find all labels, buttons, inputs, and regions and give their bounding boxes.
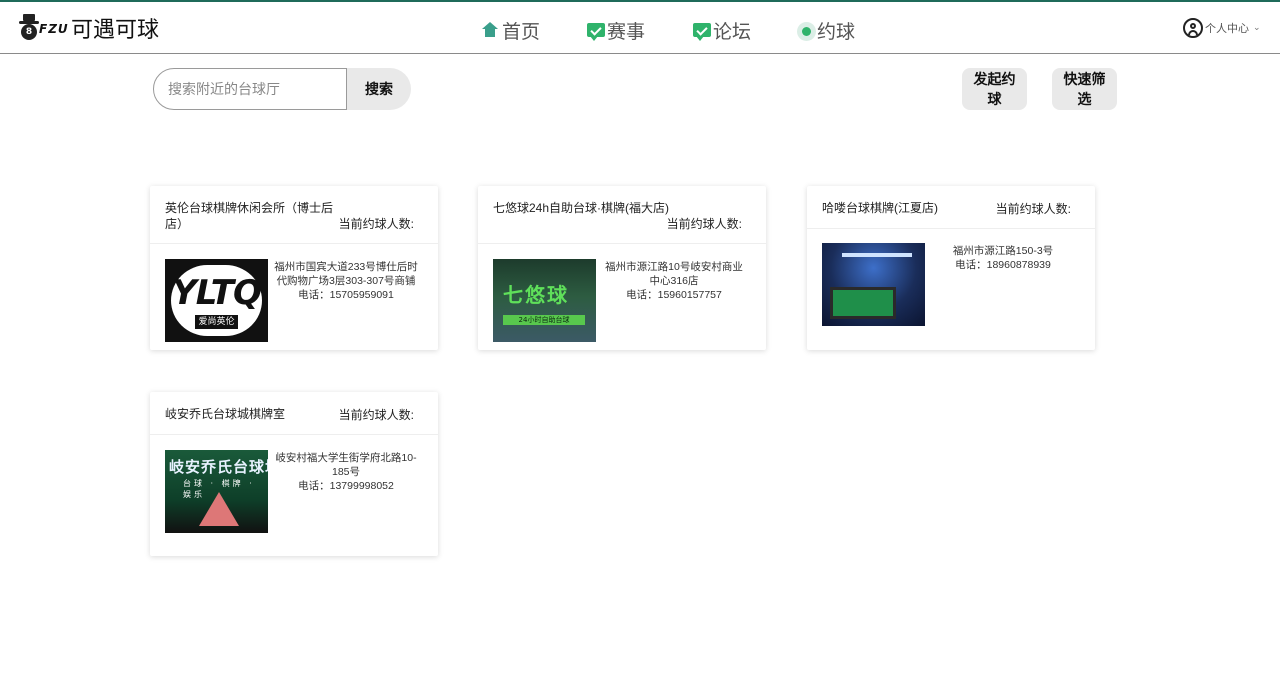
venue-title: 英伦台球棋牌休闲会所（博士后店）: [165, 201, 334, 231]
venue-card[interactable]: 七悠球24h自助台球·棋牌(福大店) 当前约球人数: 七悠球 24小时自助台球 …: [478, 186, 766, 350]
logo-mark: 8 FZU: [17, 14, 69, 42]
nav-home[interactable]: 首页: [482, 17, 540, 43]
venue-card[interactable]: 英伦台球棋牌休闲会所（博士后店） 当前约球人数: YLTQ 爱尚英伦 福州市国宾…: [150, 186, 438, 350]
search-button[interactable]: 搜索: [347, 68, 411, 110]
start-match-button[interactable]: 发起约球: [962, 68, 1027, 110]
chat-icon: [693, 22, 711, 41]
logo-badge: FZU: [39, 22, 69, 36]
venue-image-caption: 爱尚英伦: [195, 315, 238, 329]
venue-image-logo: YLTQ: [172, 273, 262, 313]
user-avatar-icon: [1183, 18, 1203, 38]
venue-title: 哈喽台球棋牌(江夏店): [822, 201, 938, 215]
top-navbar: 8 FZU 可遇可球 首页 赛事 论坛 约球 个人中心 ⌄: [0, 2, 1280, 54]
search-bar: 搜索: [153, 68, 411, 110]
card-header: 岐安乔氏台球城棋牌室 当前约球人数:: [150, 392, 438, 435]
venue-info: 福州市国宾大道233号博仕后时代购物广场3层303-307号商铺 电话：1570…: [272, 260, 420, 302]
home-icon: [482, 21, 499, 39]
venue-image-logo: 七悠球: [503, 283, 569, 307]
venue-image-caption: 24小时自助台球: [503, 315, 585, 325]
billiard-ball-icon: 8: [21, 24, 37, 40]
venue-address: 福州市源江路150-3号: [952, 245, 1054, 257]
quick-filter-button[interactable]: 快速筛选: [1052, 68, 1117, 110]
venue-image: 岐安乔氏台球城 台球 · 棋牌 · 娱乐: [165, 450, 268, 533]
venue-address: 福州市源江路10号岐安村商业中心316店: [605, 261, 743, 287]
search-input[interactable]: [153, 68, 347, 110]
venue-address: 福州市国宾大道233号博仕后时代购物广场3层303-307号商铺: [274, 261, 418, 287]
venue-phone: 电话：15705959091: [298, 289, 394, 301]
venue-player-count: 当前约球人数:: [338, 408, 414, 422]
venue-image: 七悠球 24小时自助台球: [493, 259, 596, 342]
venue-player-count: 当前约球人数:: [995, 202, 1071, 216]
venue-image: [822, 243, 925, 326]
venue-card[interactable]: 岐安乔氏台球城棋牌室 当前约球人数: 岐安乔氏台球城 台球 · 棋牌 · 娱乐 …: [150, 392, 438, 556]
chevron-down-icon: ⌄: [1253, 23, 1261, 33]
venue-title: 岐安乔氏台球城棋牌室: [165, 407, 286, 421]
chat-icon: [587, 22, 605, 41]
venue-info: 岐安村福大学生街学府北路10-185号 电话：13799998052: [272, 451, 420, 493]
venue-address: 岐安村福大学生街学府北路10-185号: [275, 452, 417, 478]
venue-phone: 电话：18960878939: [955, 259, 1051, 271]
card-header: 七悠球24h自助台球·棋牌(福大店) 当前约球人数:: [478, 186, 766, 244]
nav-events-label: 赛事: [607, 20, 646, 43]
nav-events[interactable]: 赛事: [587, 17, 645, 43]
card-header: 哈喽台球棋牌(江夏店) 当前约球人数:: [807, 186, 1095, 229]
nav-forum[interactable]: 论坛: [693, 17, 751, 43]
nav-match[interactable]: 约球: [797, 17, 855, 43]
venue-phone: 电话：15960157757: [626, 289, 722, 301]
venue-image-logo: 岐安乔氏台球城: [169, 458, 268, 476]
nav-match-label: 约球: [817, 20, 856, 43]
nav-forum-label: 论坛: [713, 20, 752, 43]
venue-info: 福州市源江路150-3号 电话：18960878939: [929, 244, 1077, 272]
venue-title: 七悠球24h自助台球·棋牌(福大店): [493, 201, 670, 215]
venue-player-count: 当前约球人数:: [666, 217, 742, 231]
venue-card[interactable]: 哈喽台球棋牌(江夏店) 当前约球人数: 福州市源江路150-3号 电话：1896…: [807, 186, 1095, 350]
nav-home-label: 首页: [502, 20, 541, 43]
logo-text: 可遇可球: [71, 18, 160, 43]
top-hat-icon: [23, 14, 35, 21]
venue-image: YLTQ 爱尚英伦: [165, 259, 268, 342]
card-header: 英伦台球棋牌休闲会所（博士后店） 当前约球人数:: [150, 186, 438, 244]
circle-icon: [797, 21, 816, 41]
venue-phone: 电话：13799998052: [298, 480, 394, 492]
user-center-menu[interactable]: 个人中心 ⌄: [1183, 18, 1261, 38]
venue-info: 福州市源江路10号岐安村商业中心316店 电话：15960157757: [600, 260, 748, 302]
user-center-label: 个人中心: [1205, 22, 1249, 35]
logo[interactable]: 8 FZU 可遇可球: [17, 13, 159, 43]
venue-player-count: 当前约球人数:: [338, 217, 414, 231]
